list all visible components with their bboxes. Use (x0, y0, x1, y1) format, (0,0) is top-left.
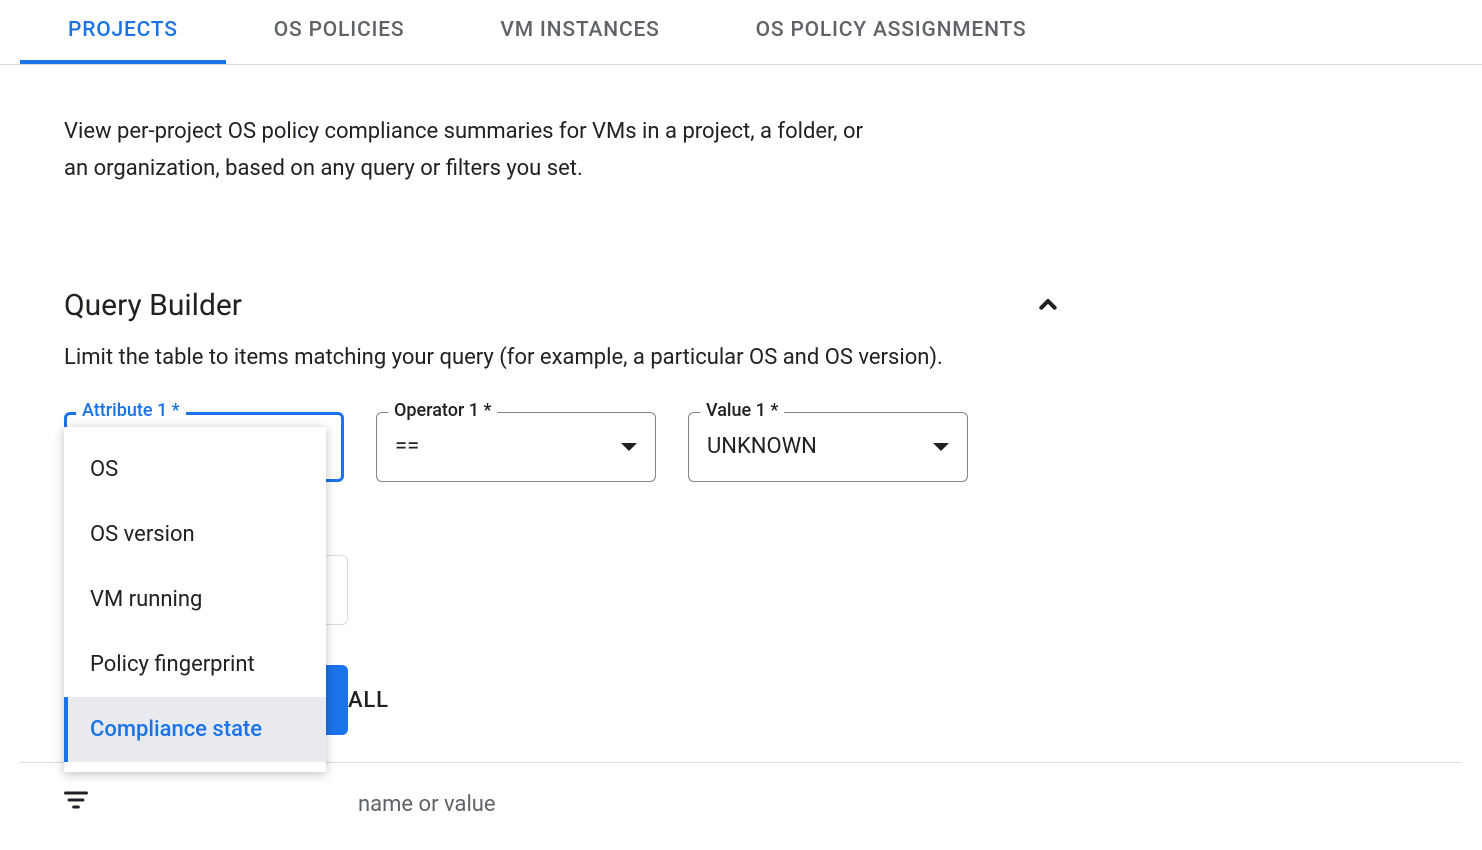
query-builder-header: Query Builder (64, 288, 1064, 323)
dropdown-option-os-version[interactable]: OS version (64, 502, 326, 567)
dropdown-option-compliance-state[interactable]: Compliance state (64, 697, 326, 762)
query-row: Attribute 1 * OS OS version VM running P… (64, 412, 1418, 482)
page-description: View per-project OS policy compliance su… (64, 113, 884, 188)
operator-select[interactable]: == (376, 412, 656, 482)
operator-label: Operator 1 * (388, 400, 497, 421)
query-builder-title: Query Builder (64, 288, 242, 323)
value-select[interactable]: UNKNOWN (688, 412, 968, 482)
main-content: View per-project OS policy compliance su… (0, 65, 1482, 482)
chevron-down-icon (621, 443, 637, 451)
dropdown-option-policy-fingerprint[interactable]: Policy fingerprint (64, 632, 326, 697)
value-label: Value 1 * (700, 400, 784, 421)
tab-os-policy-assignments[interactable]: OS POLICY ASSIGNMENTS (708, 0, 1075, 64)
filter-icon[interactable] (62, 786, 90, 814)
chevron-up-icon[interactable] (1032, 289, 1064, 321)
value-value: UNKNOWN (707, 434, 817, 459)
dropdown-option-vm-running[interactable]: VM running (64, 567, 326, 632)
chevron-down-icon (933, 443, 949, 451)
dropdown-option-os[interactable]: OS (64, 437, 326, 502)
operator-value: == (395, 434, 419, 459)
tab-os-policies[interactable]: OS POLICIES (226, 0, 453, 64)
tab-vm-instances[interactable]: VM INSTANCES (452, 0, 707, 64)
attribute-dropdown-menu: OS OS version VM running Policy fingerpr… (64, 427, 326, 772)
filter-row (62, 786, 90, 814)
tabs-bar: PROJECTS OS POLICIES VM INSTANCES OS POL… (0, 0, 1482, 65)
operator-field-wrapper: Operator 1 * == (376, 412, 656, 482)
all-button-suffix: ALL (348, 688, 389, 713)
attribute-label: Attribute 1 * (76, 400, 186, 421)
query-builder-description: Limit the table to items matching your q… (64, 345, 1418, 370)
value-field-wrapper: Value 1 * UNKNOWN (688, 412, 968, 482)
attribute-field-wrapper: Attribute 1 * OS OS version VM running P… (64, 412, 344, 482)
filter-placeholder: name or value (358, 792, 496, 817)
tab-projects[interactable]: PROJECTS (20, 0, 226, 64)
